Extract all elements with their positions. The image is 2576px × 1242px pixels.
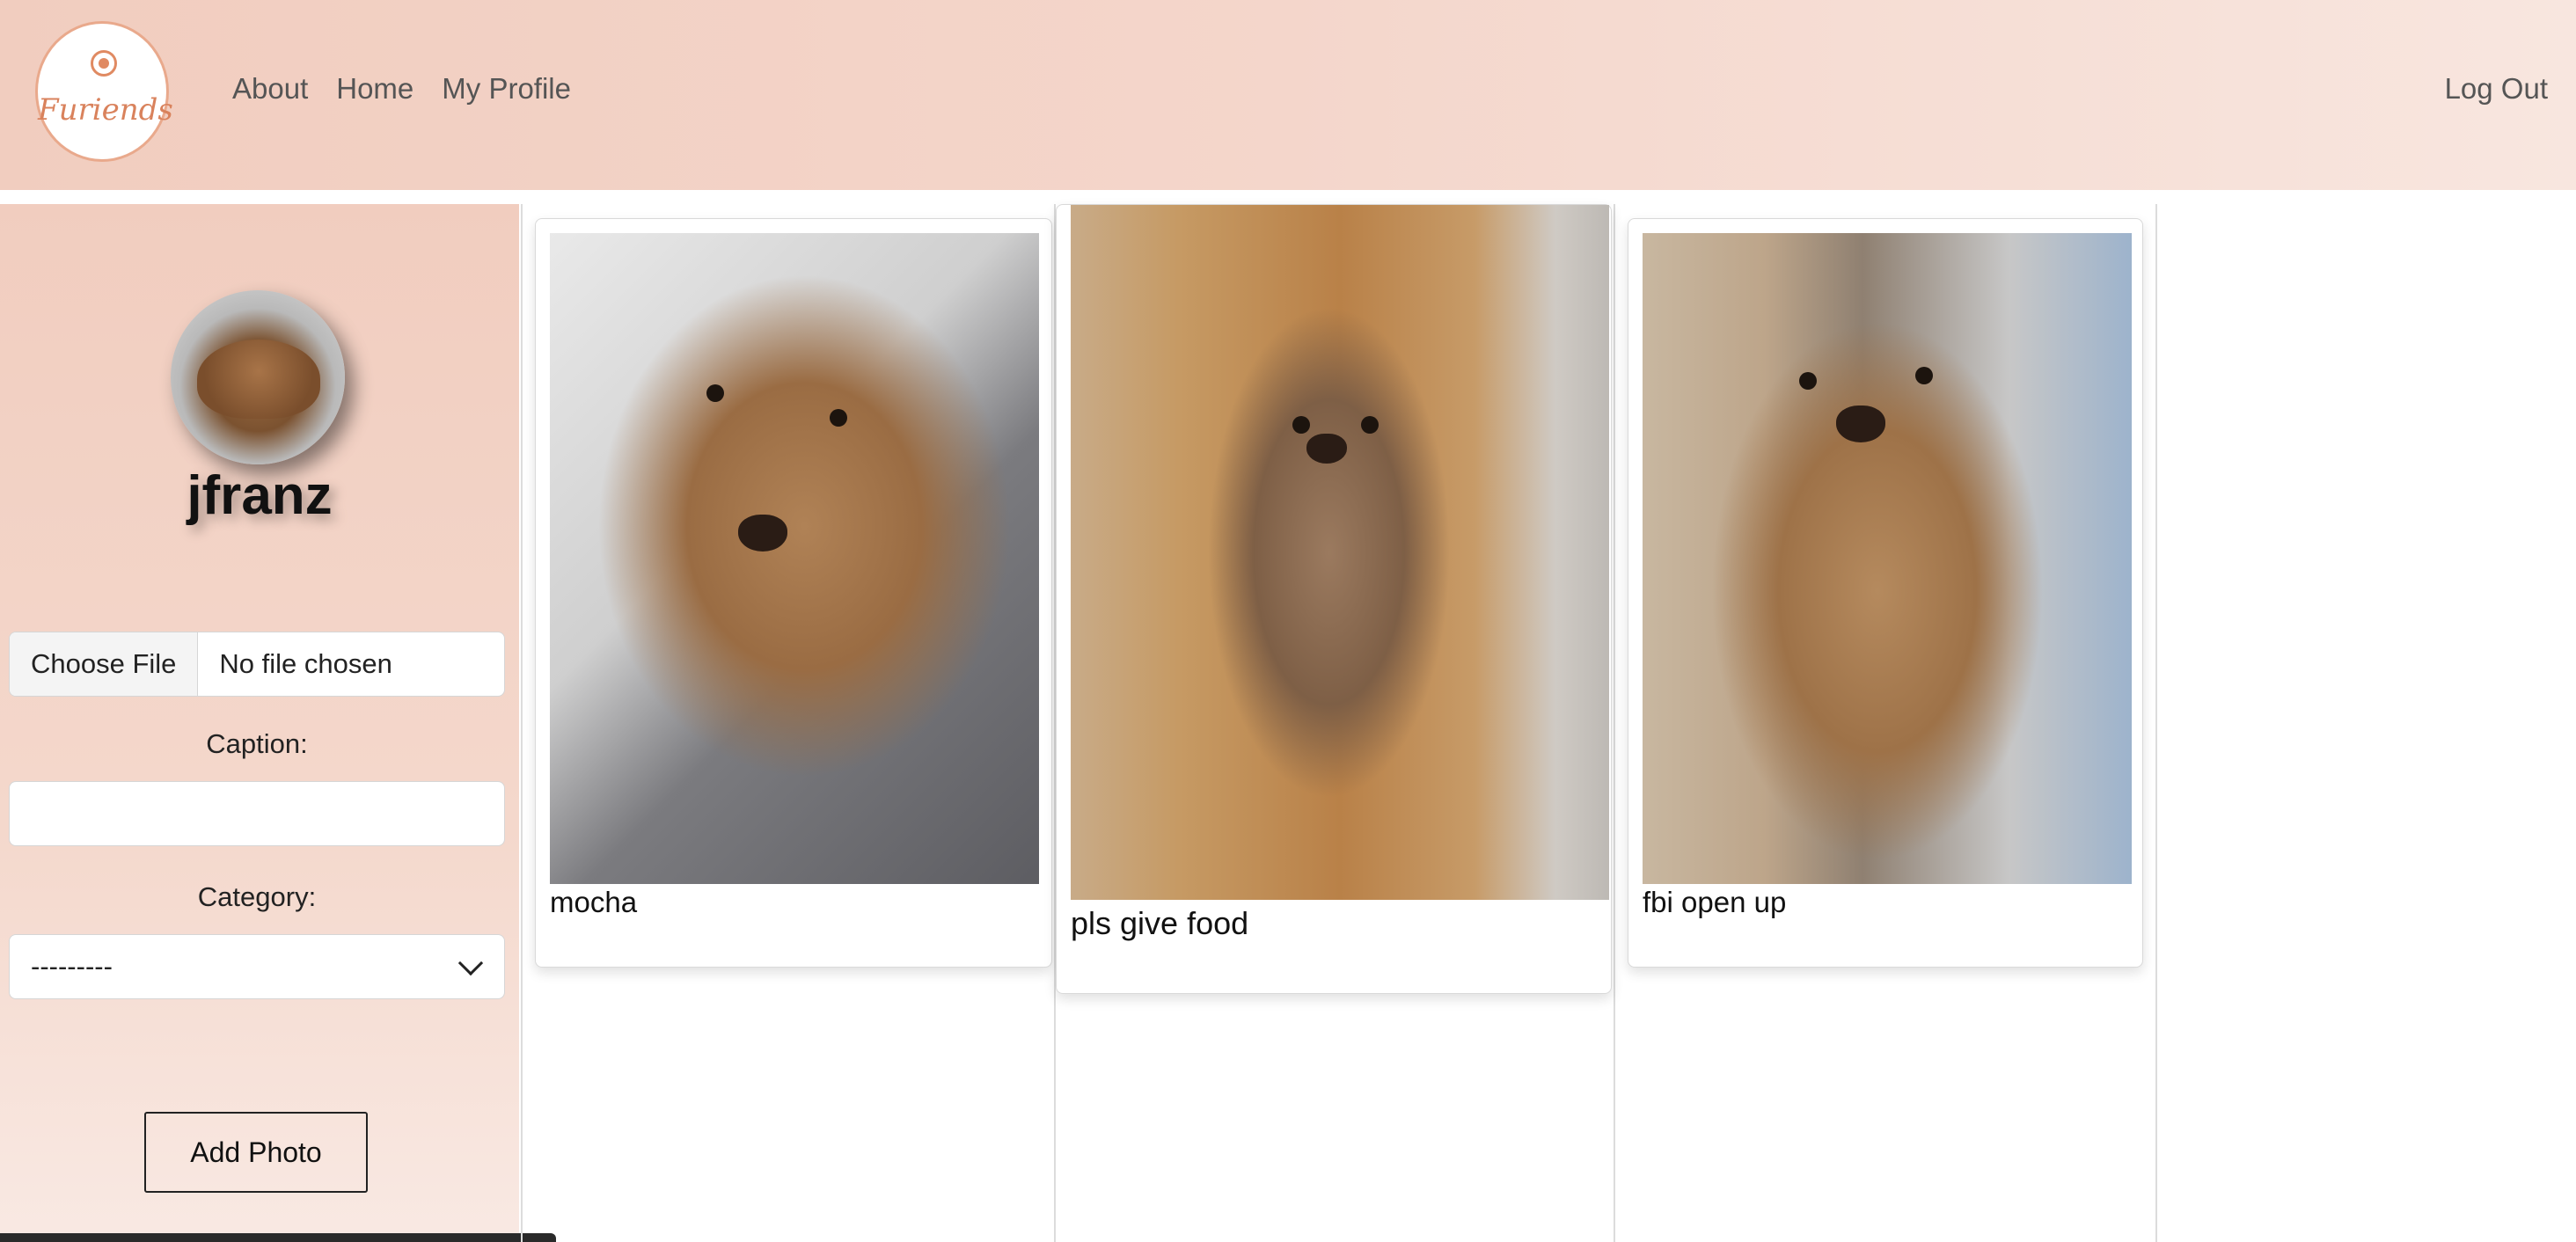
file-status: No file chosen [219,648,392,679]
dog-eye [1799,372,1817,390]
post-card[interactable]: fbi open up [1628,218,2143,968]
logo[interactable]: Furiends [35,21,173,162]
nav-links: About Home My Profile [232,72,571,106]
column-divider [521,204,523,1242]
category-select[interactable]: --------- [9,934,505,999]
avatar [171,290,345,464]
post-photo [550,233,1039,884]
post-card[interactable]: mocha [535,218,1052,968]
nav-link-about[interactable]: About [232,72,308,106]
horizontal-scrollbar[interactable] [0,1233,556,1242]
post-photo [1643,233,2132,884]
post-caption: mocha [550,886,638,918]
sun-icon [91,50,117,77]
dog-nose [738,515,787,552]
dog-eye [1361,416,1379,434]
navbar: Furiends About Home My Profile Log Out [0,0,2576,190]
dog-nose [1836,405,1885,442]
caption-label: Caption: [206,728,308,759]
category-label: Category: [197,881,317,912]
logout-link[interactable]: Log Out [2445,72,2548,106]
add-photo-button[interactable]: Add Photo [144,1112,368,1193]
dog-nose [1306,434,1347,464]
nav-link-home[interactable]: Home [336,72,413,106]
dog-eye [830,409,847,427]
caption-input[interactable] [9,781,505,846]
category-selected-value: --------- [31,951,113,982]
post-photo [1071,205,1609,900]
column-divider [2155,204,2157,1242]
column-divider [1614,204,1615,1242]
file-input[interactable]: Choose File No file chosen [9,632,505,697]
username: jfranz [187,465,333,526]
dog-eye [1292,416,1310,434]
logo-text: Furiends [38,92,173,128]
chevron-down-icon [457,950,484,976]
post-caption: pls give food [1071,905,1249,941]
profile-sidebar: jfranz Choose File No file chosen Captio… [0,204,556,1242]
avatar-dog-image [197,340,320,419]
choose-file-button[interactable]: Choose File [10,632,199,696]
post-caption: fbi open up [1643,886,1787,918]
nav-link-my-profile[interactable]: My Profile [442,72,571,106]
post-card[interactable]: pls give food [1056,204,1612,994]
dog-eye [1915,367,1933,384]
dog-eye [706,384,724,402]
